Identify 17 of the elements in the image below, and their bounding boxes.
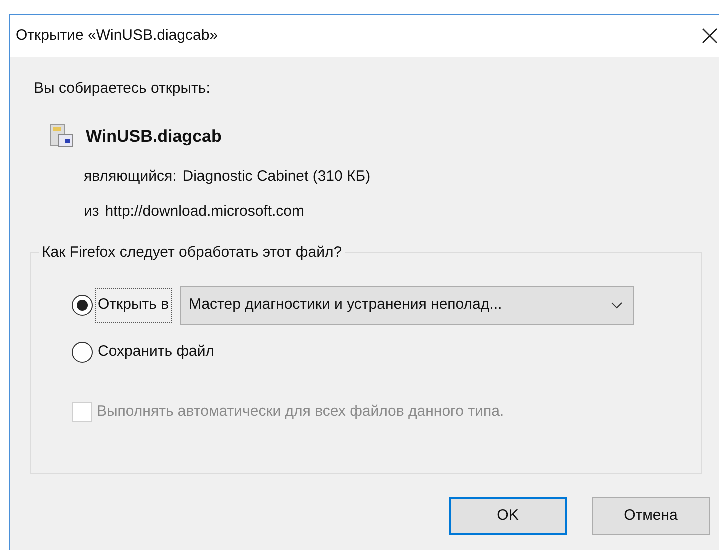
file-icon — [50, 124, 74, 148]
radio-button[interactable] — [72, 295, 93, 316]
radio-label[interactable]: Открыть в — [95, 288, 172, 323]
dialog-button[interactable]: Отмена — [592, 497, 710, 535]
radio-label[interactable]: Сохранить файл — [95, 335, 218, 370]
application-dropdown[interactable]: Мастер диагностики и устранения неполад... — [180, 286, 634, 325]
dialog-button[interactable]: OK — [449, 497, 567, 535]
radio-button[interactable] — [72, 342, 93, 363]
window-title: Открытие «WinUSB.diagcab» — [16, 26, 220, 46]
source-label: из — [84, 202, 100, 222]
close-icon[interactable] — [702, 28, 718, 44]
type-label: являющийся: — [84, 167, 177, 187]
file-type: Diagnostic Cabinet (310 КБ) — [182, 167, 371, 187]
intro-text: Вы собираетесь открыть: — [34, 79, 212, 99]
source-url: http://download.microsoft.com — [105, 202, 305, 222]
chevron-down-icon — [611, 302, 624, 309]
file-name: WinUSB.diagcab — [86, 126, 222, 148]
